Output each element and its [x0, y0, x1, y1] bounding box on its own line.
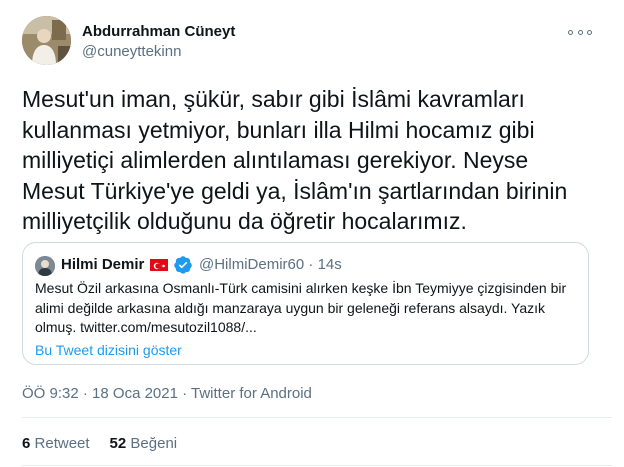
more-dot [587, 29, 592, 35]
tweet-meta: ÖÖ 9:32 · 18 Oca 2021 · Twitter for Andr… [22, 384, 312, 404]
author-handle[interactable]: @cuneyttekinn [82, 43, 181, 61]
show-thread-link[interactable]: Bu Tweet dizisini göster [35, 341, 182, 359]
quoted-tweet[interactable]: Hilmi Demir @HilmiDemir60 · 14s Mesut Öz… [22, 242, 589, 365]
quoted-avatar-image [35, 256, 55, 276]
quoted-tweet-text: Mesut Özil arkasına Osmanlı-Türk camisin… [35, 280, 567, 335]
likes-label: Beğeni [130, 435, 178, 452]
tweet-source[interactable]: Twitter for Android [191, 385, 312, 402]
likes-stat[interactable]: 52 Beğeni [110, 435, 178, 452]
more-dot [577, 29, 583, 35]
more-dot [568, 29, 573, 35]
more-icon[interactable] [568, 26, 592, 38]
turkey-flag-icon [150, 259, 168, 271]
likes-count: 52 [109, 435, 127, 452]
tweet-detail: Abdurrahman Cüneyt @cuneyttekinn Mesut'u… [0, 0, 624, 467]
quoted-author-name: Hilmi Demir [61, 256, 145, 273]
quoted-author-avatar [35, 256, 55, 276]
tweet-text: Mesut'un iman, şükür, sabır gibi İslâmi … [22, 86, 568, 234]
meta-separator: · [177, 385, 192, 402]
divider [22, 417, 612, 418]
retweets-label: Retweet [34, 435, 90, 452]
meta-separator: · [78, 385, 93, 402]
tweet-stats: 6 Retweet 52 Beğeni [22, 434, 177, 454]
retweets-count: 6 [22, 435, 31, 452]
quoted-author-handle-time: @HilmiDemir60 · 14s [199, 256, 342, 273]
author-name[interactable]: Abdurrahman Cüneyt [82, 23, 235, 41]
tweet-date[interactable]: 18 Oca 2021 [92, 385, 178, 402]
verified-badge-icon [173, 255, 193, 275]
divider [22, 465, 612, 466]
tweet-time[interactable]: ÖÖ 9:32 [22, 385, 79, 402]
avatar-image [22, 16, 71, 65]
retweets-stat[interactable]: 6 Retweet [22, 435, 90, 452]
author-avatar[interactable] [22, 16, 71, 65]
